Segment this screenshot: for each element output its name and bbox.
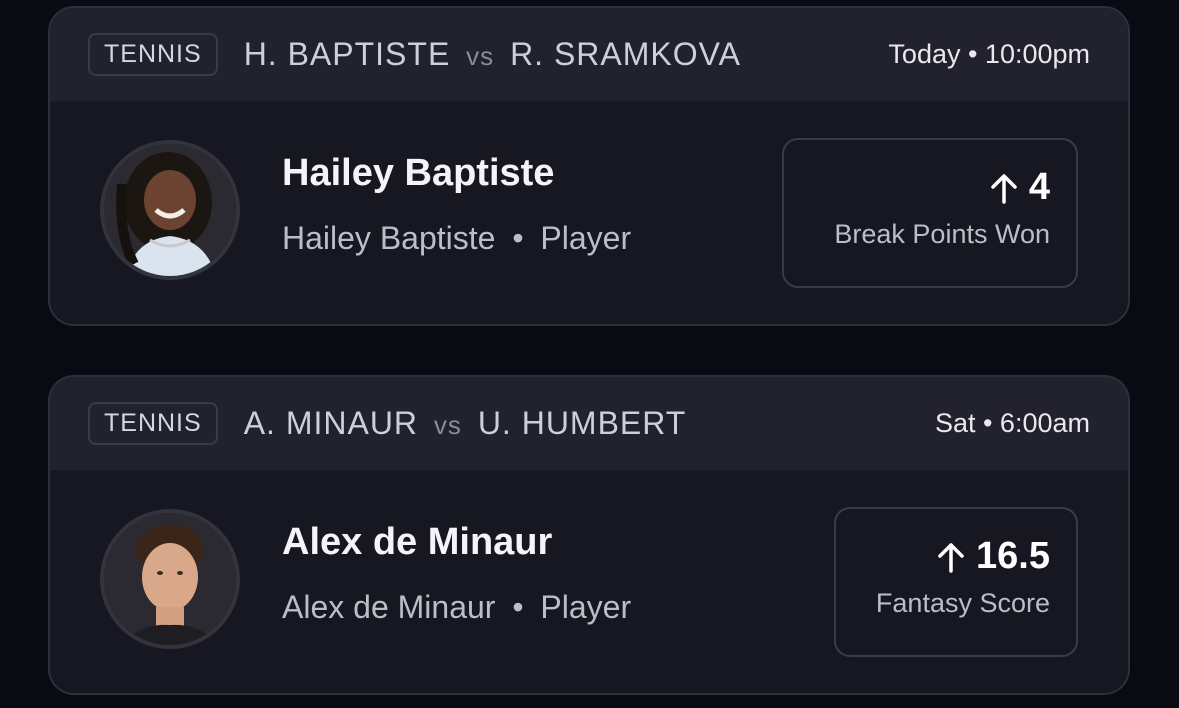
matchup: A. MINAUR vs U. HUMBERT — [244, 405, 687, 442]
stat-box[interactable]: 4 Break Points Won — [782, 138, 1078, 288]
stat-value-row: 16.5 — [862, 535, 1050, 578]
player-role: Player — [540, 589, 632, 625]
player-subtitle-name: Hailey Baptiste — [282, 220, 496, 256]
player-name: Alex de Minaur — [282, 521, 553, 563]
matchup-player-1: H. BAPTISTE — [243, 36, 451, 72]
stat-box[interactable]: 16.5 Fantasy Score — [834, 507, 1078, 657]
stat-label: Break Points Won — [834, 219, 1050, 249]
card-header: TENNIS H. BAPTISTE vs R. SRAMKOVA Today … — [50, 8, 1128, 102]
projection-card[interactable]: TENNIS A. MINAUR vs U. HUMBERT Sat • 6:0… — [48, 375, 1130, 695]
game-time: Today • 10:00pm — [888, 39, 1090, 69]
separator-dot: • — [512, 220, 524, 256]
card-header: TENNIS A. MINAUR vs U. HUMBERT Sat • 6:0… — [50, 377, 1128, 471]
arrow-up-icon — [989, 172, 1019, 204]
matchup-player-2: U. HUMBERT — [477, 405, 687, 441]
stat-value-row: 4 — [810, 166, 1050, 209]
player-avatar — [100, 140, 240, 280]
player-subtitle: Hailey Baptiste • Player — [282, 220, 631, 257]
matchup-player-2: R. SRAMKOVA — [510, 36, 741, 72]
arrow-up-icon — [936, 541, 966, 573]
stat-value: 4 — [1028, 166, 1050, 208]
separator-dot: • — [512, 589, 524, 625]
player-subtitle: Alex de Minaur • Player — [282, 589, 631, 626]
matchup-vs: vs — [466, 41, 495, 71]
sport-badge: TENNIS — [88, 402, 218, 445]
sport-badge: TENNIS — [88, 33, 218, 76]
stat-label: Fantasy Score — [875, 588, 1050, 618]
player-subtitle-name: Alex de Minaur — [282, 589, 496, 625]
matchup-player-1: A. MINAUR — [243, 405, 419, 441]
matchup-vs: vs — [433, 410, 462, 440]
player-name: Hailey Baptiste — [282, 152, 555, 194]
player-role: Player — [540, 220, 632, 256]
player-avatar — [100, 509, 240, 649]
projection-card[interactable]: TENNIS H. BAPTISTE vs R. SRAMKOVA Today … — [48, 6, 1130, 326]
card-body: Hailey Baptiste Hailey Baptiste • Player… — [50, 102, 1128, 324]
matchup: H. BAPTISTE vs R. SRAMKOVA — [244, 36, 741, 73]
card-body: Alex de Minaur Alex de Minaur • Player 1… — [50, 471, 1128, 693]
game-time: Sat • 6:00am — [934, 408, 1090, 438]
stat-value: 16.5 — [976, 535, 1050, 577]
